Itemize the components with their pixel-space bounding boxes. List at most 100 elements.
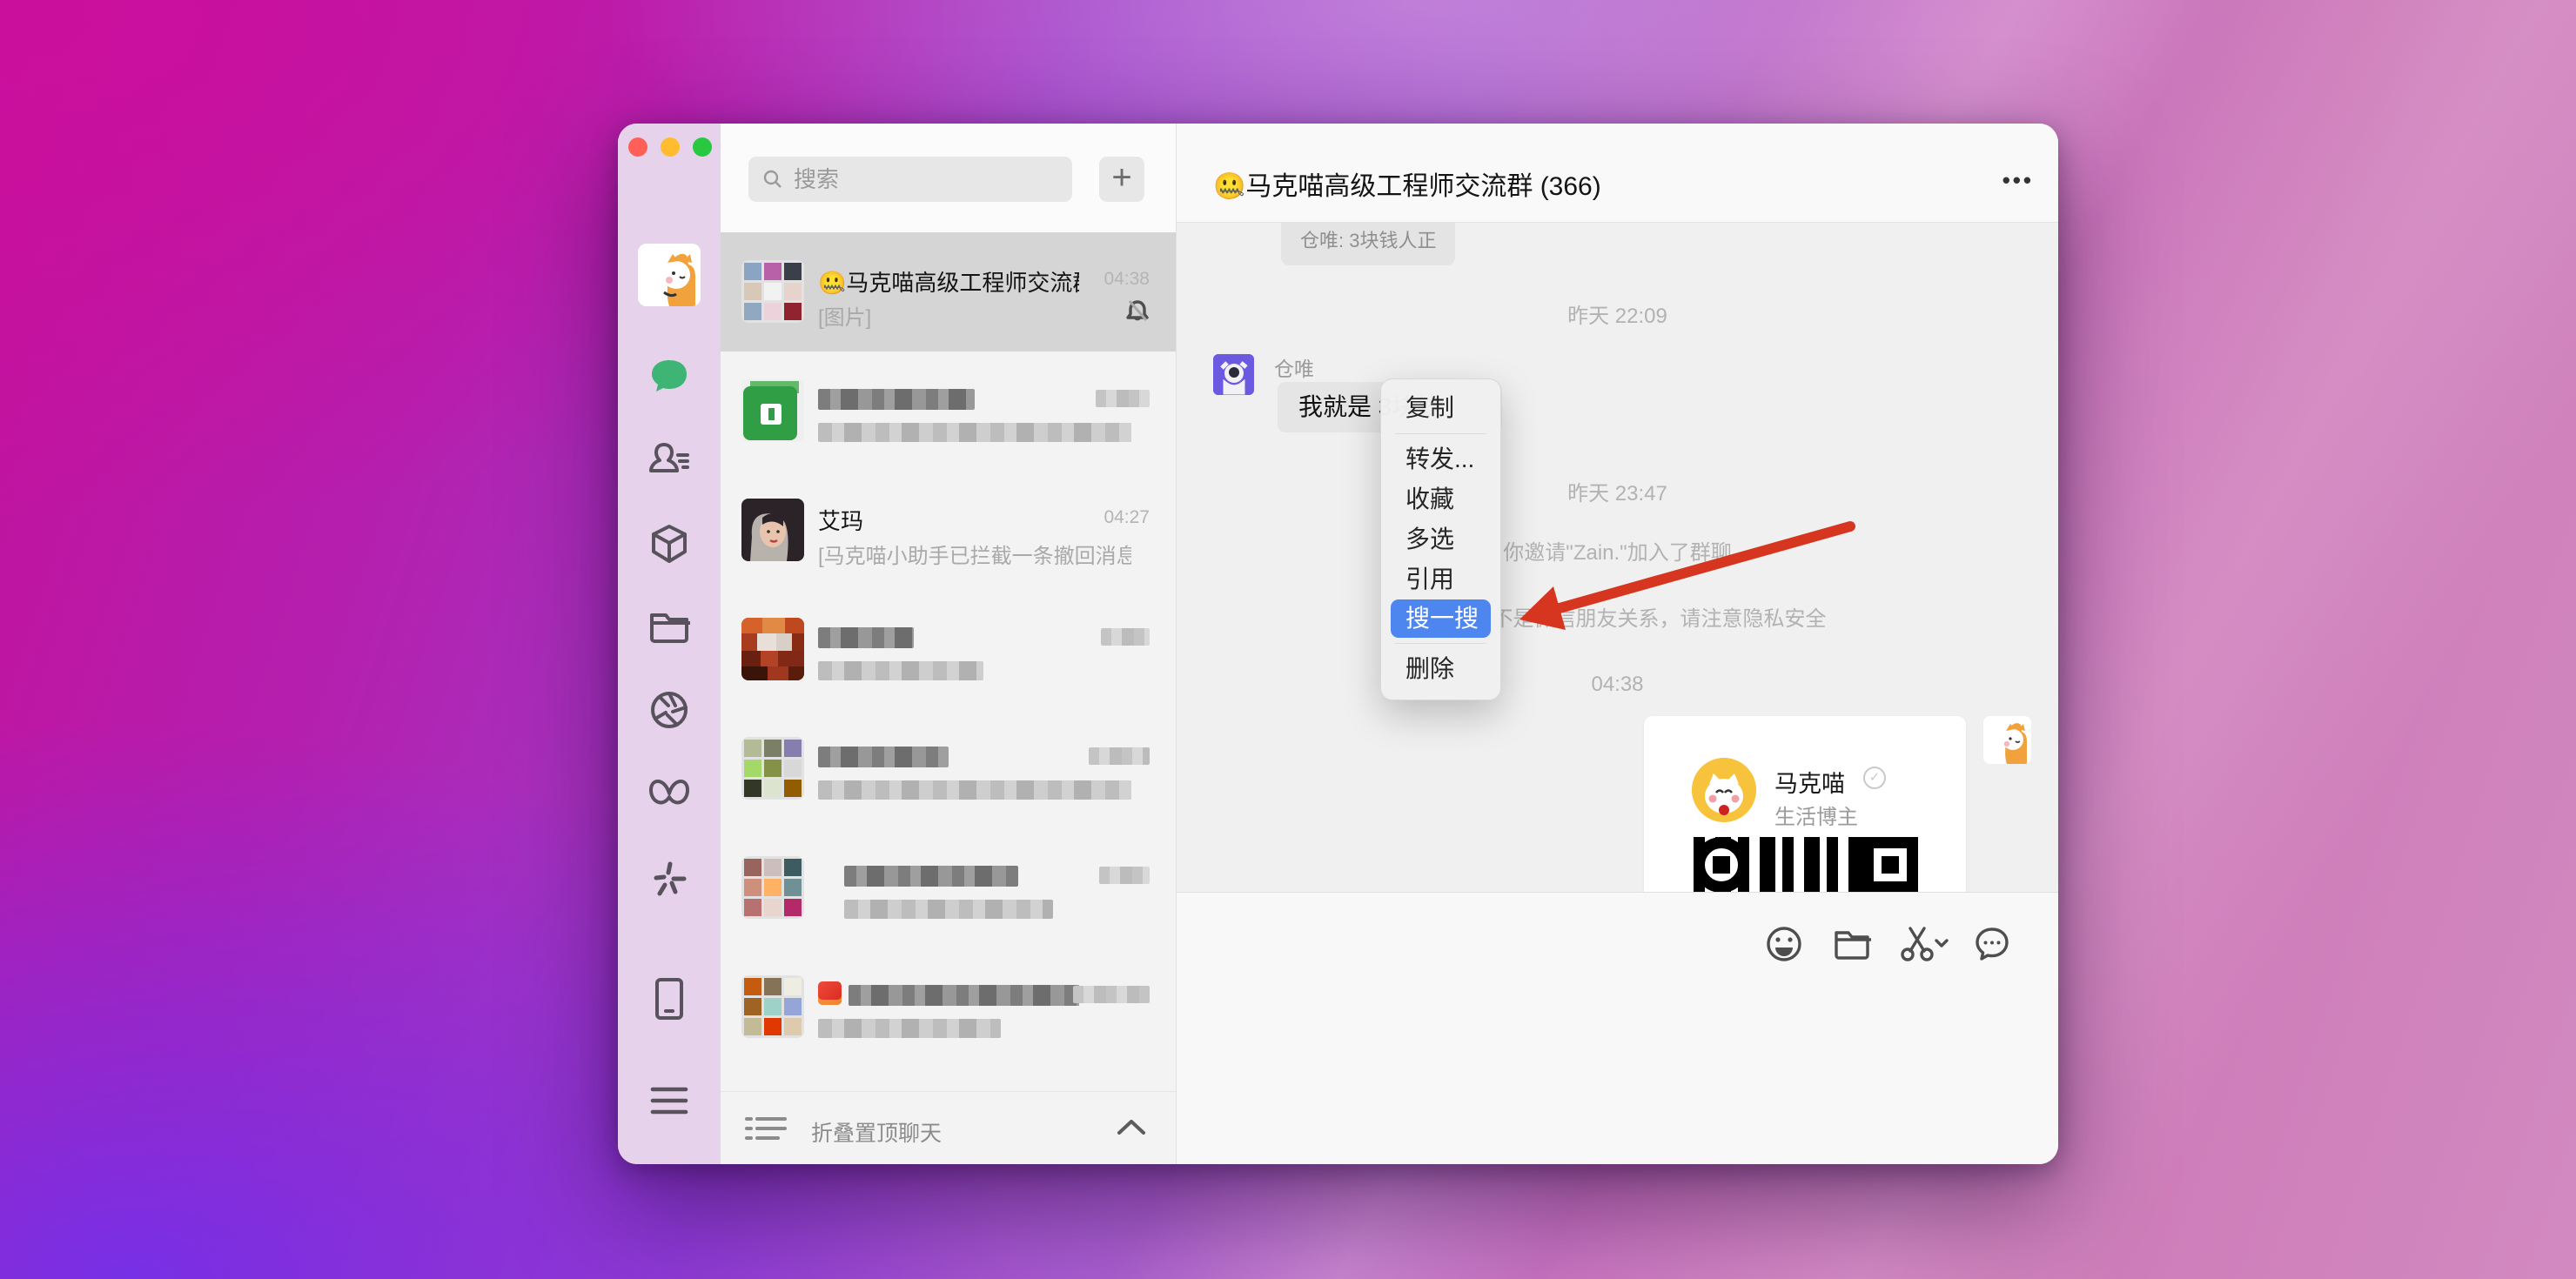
folder-icon [648, 608, 690, 643]
menu-item-delete[interactable]: 删除 [1381, 649, 1500, 689]
sender-name: 仓唯 [1274, 352, 1314, 382]
green-app-avatar [741, 379, 804, 442]
search-tab[interactable] [618, 857, 721, 901]
menu-item-copy[interactable]: 复制 [1381, 388, 1500, 428]
chat-time-redacted [1099, 865, 1150, 886]
menu-item-quote[interactable]: 引用 [1381, 559, 1500, 599]
search-icon [762, 169, 783, 190]
chat-time: 04:38 [1104, 269, 1150, 290]
menu-item-favorite[interactable]: 收藏 [1381, 479, 1500, 519]
more-options-button[interactable]: ••• [2002, 167, 2034, 194]
channels-tab[interactable] [618, 772, 721, 815]
list-item-redacted[interactable] [721, 590, 1176, 709]
more-tab[interactable] [618, 1079, 721, 1122]
group-grid-avatar [741, 737, 804, 800]
chat-name-redacted [818, 742, 949, 769]
add-chat-button[interactable]: + [1099, 157, 1144, 202]
chat-list-header: + [721, 124, 1176, 232]
chat-name: 🤐马克喵高级工程师交流群 [818, 265, 1079, 298]
chat-time: 04:27 [1104, 507, 1150, 528]
fold-pinned-chats-row[interactable]: 折叠置顶聊天 [721, 1091, 1176, 1164]
list-item-redacted[interactable] [721, 352, 1176, 471]
mobile-phone-icon [652, 976, 687, 1021]
chat-list-panel: + 🤐马克喵高级工程师交流群 04:38 [图片] [721, 124, 1176, 1164]
chat-time-redacted [1089, 746, 1150, 767]
own-avatar[interactable] [1983, 716, 2031, 764]
system-message: 你邀请"Zain."加入了群聊 [1177, 535, 2058, 566]
contacts-tab[interactable] [618, 439, 721, 482]
menu-item-multiselect[interactable]: 多选 [1381, 519, 1500, 559]
search-input[interactable] [792, 165, 1048, 194]
message-history: 仓唯: 3块钱人正 昨天 22:09 仓唯 我就是 3块钱 昨天 23:47 你… [1177, 222, 2058, 892]
close-button[interactable] [628, 137, 647, 157]
verified-badge-icon: ✓ [1863, 767, 1886, 789]
chats-tab[interactable] [618, 354, 721, 398]
chat-files-tab[interactable] [618, 604, 721, 647]
moments-tab[interactable] [618, 688, 721, 732]
message-input-area[interactable] [1177, 892, 2058, 1164]
shared-profile-card[interactable]: 马克喵 ✓ 生活博主 [1644, 716, 1966, 892]
menu-divider [1395, 433, 1486, 434]
chat-name-redacted [818, 981, 1079, 1008]
group-grid-avatar [741, 856, 804, 919]
zoom-button[interactable] [693, 137, 712, 157]
list-icon [745, 1115, 788, 1142]
photo-avatar [741, 499, 804, 561]
chat-preview-redacted [818, 777, 1131, 801]
red-emoji-prefix [818, 981, 842, 1005]
fold-row-label: 折叠置顶聊天 [811, 1116, 942, 1148]
menu-item-forward[interactable]: 转发... [1381, 439, 1500, 479]
minimize-button[interactable] [661, 137, 680, 157]
screenshot-button[interactable] [1897, 924, 1951, 964]
sender-avatar[interactable] [1213, 354, 1254, 395]
chat-preview-redacted [818, 658, 983, 682]
nav-rail [618, 124, 721, 1164]
cat-avatar-image [638, 244, 701, 306]
chat-preview: [马克喵小助手已拦截一条撤回消息]... [818, 539, 1131, 569]
chat-name-redacted [844, 861, 1018, 888]
timestamp: 昨天 22:09 [1177, 298, 2058, 329]
file-button[interactable] [1832, 924, 1872, 964]
chat-header: 🤐马克喵高级工程师交流群 (366) ••• [1177, 124, 2058, 223]
group-grid-avatar [741, 260, 804, 323]
chat-preview: [图片] [818, 300, 871, 331]
emoji-icon [1765, 925, 1803, 963]
emoji-button[interactable] [1764, 924, 1804, 964]
phone-tab[interactable] [618, 977, 721, 1021]
menu-item-search-highlighted[interactable]: 搜一搜 [1391, 599, 1491, 638]
timestamp: 昨天 23:47 [1177, 476, 2058, 506]
chat-preview-redacted [818, 1015, 1001, 1040]
chat-bubble-icon [649, 357, 689, 395]
chat-history-button[interactable] [1972, 924, 2012, 964]
folder-icon [1833, 927, 1871, 961]
context-menu: 复制 转发... 收藏 多选 引用 搜一搜 删除 [1380, 378, 1501, 700]
list-item-redacted[interactable] [721, 948, 1176, 1067]
group-grid-avatar [741, 975, 804, 1038]
card-subtitle: 生活博主 [1774, 800, 1858, 830]
favorites-tab[interactable] [618, 522, 721, 566]
list-item-redacted[interactable] [721, 828, 1176, 948]
chat-name-redacted [818, 385, 975, 412]
quoted-message-bubble[interactable]: 仓唯: 3块钱人正 [1281, 222, 1455, 265]
card-avatar [1692, 758, 1756, 822]
chevron-up-icon[interactable] [1117, 1118, 1146, 1135]
chat-bubble-dots-icon [1973, 925, 2011, 963]
list-item-aima[interactable]: 艾玛 04:27 [马克喵小助手已拦截一条撤回消息]... [721, 471, 1176, 590]
wechat-window: + 🤐马克喵高级工程师交流群 04:38 [图片] [618, 124, 2058, 1164]
butterfly-icon [647, 776, 691, 811]
conversation-list: 🤐马克喵高级工程师交流群 04:38 [图片] [721, 232, 1176, 1092]
list-item-redacted[interactable] [721, 709, 1176, 828]
card-name: 马克喵 [1774, 765, 1845, 799]
chat-name-redacted [818, 623, 914, 650]
chat-preview-redacted [818, 419, 1131, 444]
user-avatar[interactable] [638, 244, 701, 306]
chat-area: 🤐马克喵高级工程师交流群 (366) ••• 仓唯: 3块钱人正 昨天 22:0… [1176, 124, 2058, 1164]
search-box[interactable] [748, 157, 1072, 202]
chat-time-redacted [1101, 626, 1150, 647]
list-item-group-selected[interactable]: 🤐马克喵高级工程师交流群 04:38 [图片] [721, 232, 1176, 352]
chat-title: 🤐马克喵高级工程师交流群 (366) [1213, 164, 1601, 203]
scissors-icon [1898, 925, 1950, 963]
chat-preview-redacted [844, 896, 1053, 921]
hamburger-menu-icon [649, 1086, 689, 1115]
qr-code [1694, 837, 1918, 892]
